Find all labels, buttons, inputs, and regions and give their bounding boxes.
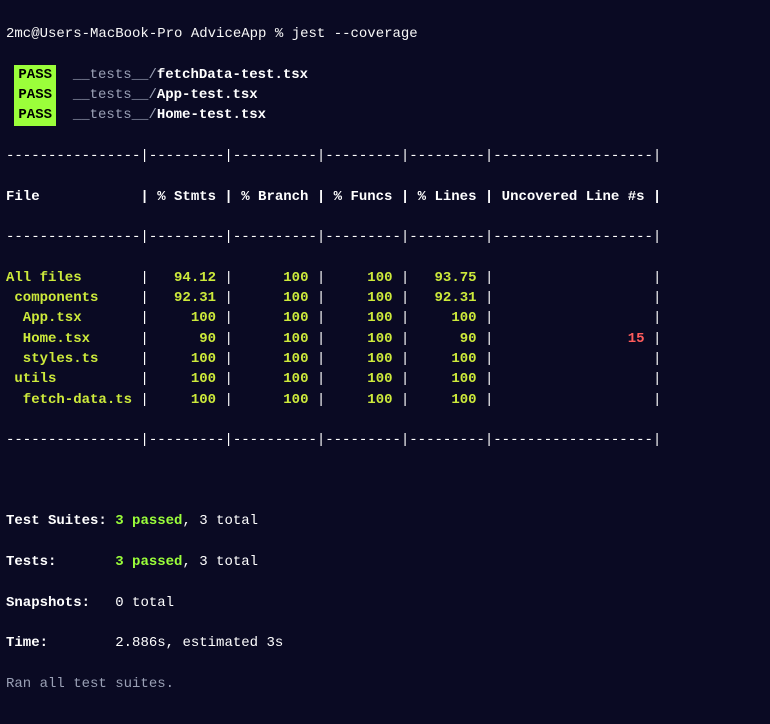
summary-total: , 3 total	[182, 513, 258, 529]
cell-funcs: 100	[325, 351, 392, 367]
cell-lines: 100	[409, 310, 476, 326]
cell-branch: 100	[233, 371, 309, 387]
cell-stmts: 92.31	[149, 290, 216, 306]
table-separator: ----------------|---------|----------|--…	[6, 430, 764, 450]
test-file: App-test.tsx	[157, 87, 258, 103]
test-dir: __tests__/	[73, 67, 157, 83]
cell-file: All files	[6, 270, 140, 286]
table-row: styles.ts | 100 | 100 | 100 | 100 | |	[6, 349, 764, 369]
cell-file: components	[6, 290, 140, 306]
summary-label: Test Suites:	[6, 511, 107, 531]
cell-stmts: 100	[149, 392, 216, 408]
summary-suites: Test Suites: 3 passed, 3 total	[6, 511, 764, 531]
prompt-symbol: %	[275, 26, 283, 42]
cell-stmts: 90	[149, 331, 216, 347]
cell-branch: 100	[233, 351, 309, 367]
cell-lines: 100	[409, 392, 476, 408]
cell-file: Home.tsx	[6, 331, 140, 347]
table-row: components | 92.31 | 100 | 100 | 92.31 |…	[6, 288, 764, 308]
cell-funcs: 100	[325, 392, 392, 408]
cell-uncovered	[493, 290, 644, 306]
table-separator: ----------------|---------|----------|--…	[6, 227, 764, 247]
cell-funcs: 100	[325, 270, 392, 286]
cell-funcs: 100	[325, 331, 392, 347]
cell-uncovered	[493, 351, 644, 367]
summary-label: Snapshots:	[6, 593, 90, 613]
cell-funcs: 100	[325, 310, 392, 326]
cell-lines: 92.31	[409, 290, 476, 306]
prompt-line[interactable]: 2mc@Users-MacBook-Pro AdviceApp % jest -…	[6, 24, 764, 44]
test-results: PASS __tests__/fetchData-test.tsx PASS _…	[6, 65, 764, 126]
summary-label: Time:	[6, 633, 48, 653]
cell-stmts: 100	[149, 310, 216, 326]
test-file: Home-test.tsx	[157, 107, 266, 123]
table-row: All files | 94.12 | 100 | 100 | 93.75 | …	[6, 268, 764, 288]
cell-branch: 100	[233, 392, 309, 408]
summary-time: Time: 2.886s, estimated 3s	[6, 633, 764, 653]
table-row: utils | 100 | 100 | 100 | 100 | |	[6, 369, 764, 389]
table-row: Home.tsx | 90 | 100 | 100 | 90 | 15 |	[6, 329, 764, 349]
summary-passed: 3 passed	[115, 554, 182, 570]
test-file: fetchData-test.tsx	[157, 67, 308, 83]
table-header-row: File | % Stmts | % Branch | % Funcs | % …	[6, 187, 764, 207]
cell-uncovered: 15	[493, 331, 644, 347]
pass-badge: PASS	[14, 65, 56, 85]
cell-branch: 100	[233, 270, 309, 286]
summary-label: Tests:	[6, 552, 56, 572]
summary-snapshots: Snapshots: 0 total	[6, 593, 764, 613]
table-row: fetch-data.ts | 100 | 100 | 100 | 100 | …	[6, 390, 764, 410]
cell-lines: 100	[409, 351, 476, 367]
pass-badge: PASS	[14, 105, 56, 125]
cell-branch: 100	[233, 310, 309, 326]
cell-uncovered	[493, 270, 644, 286]
cell-stmts: 94.12	[149, 270, 216, 286]
summary-value: 2.886s, estimated 3s	[115, 635, 283, 651]
cell-file: styles.ts	[6, 351, 140, 367]
cell-stmts: 100	[149, 371, 216, 387]
cell-file: fetch-data.ts	[6, 392, 140, 408]
cell-file: utils	[6, 371, 140, 387]
cell-funcs: 100	[325, 290, 392, 306]
cell-uncovered	[493, 310, 644, 326]
summary-passed: 3 passed	[115, 513, 182, 529]
prompt-cwd: AdviceApp	[191, 26, 267, 42]
test-dir: __tests__/	[73, 87, 157, 103]
cell-branch: 100	[233, 290, 309, 306]
summary-ran: Ran all test suites.	[6, 674, 764, 694]
pass-badge: PASS	[14, 85, 56, 105]
summary-tests: Tests: 3 passed, 3 total	[6, 552, 764, 572]
summary-value: 0 total	[115, 595, 174, 611]
table-body: All files | 94.12 | 100 | 100 | 93.75 | …	[6, 268, 764, 410]
cell-lines: 90	[409, 331, 476, 347]
test-dir: __tests__/	[73, 107, 157, 123]
cell-lines: 100	[409, 371, 476, 387]
cell-stmts: 100	[149, 351, 216, 367]
table-row: App.tsx | 100 | 100 | 100 | 100 | |	[6, 308, 764, 328]
cell-lines: 93.75	[409, 270, 476, 286]
blank-line	[6, 471, 764, 491]
cell-uncovered	[493, 371, 644, 387]
prompt-user-host: 2mc@Users-MacBook-Pro	[6, 26, 182, 42]
cell-funcs: 100	[325, 371, 392, 387]
test-result-line: PASS __tests__/fetchData-test.tsx	[6, 65, 764, 85]
summary-total: , 3 total	[182, 554, 258, 570]
cell-file: App.tsx	[6, 310, 140, 326]
cell-uncovered	[493, 392, 644, 408]
table-separator: ----------------|---------|----------|--…	[6, 146, 764, 166]
cell-branch: 100	[233, 331, 309, 347]
terminal-output: 2mc@Users-MacBook-Pro AdviceApp % jest -…	[0, 0, 770, 724]
test-result-line: PASS __tests__/App-test.tsx	[6, 85, 764, 105]
test-result-line: PASS __tests__/Home-test.tsx	[6, 105, 764, 125]
prompt-command: jest --coverage	[292, 26, 418, 42]
